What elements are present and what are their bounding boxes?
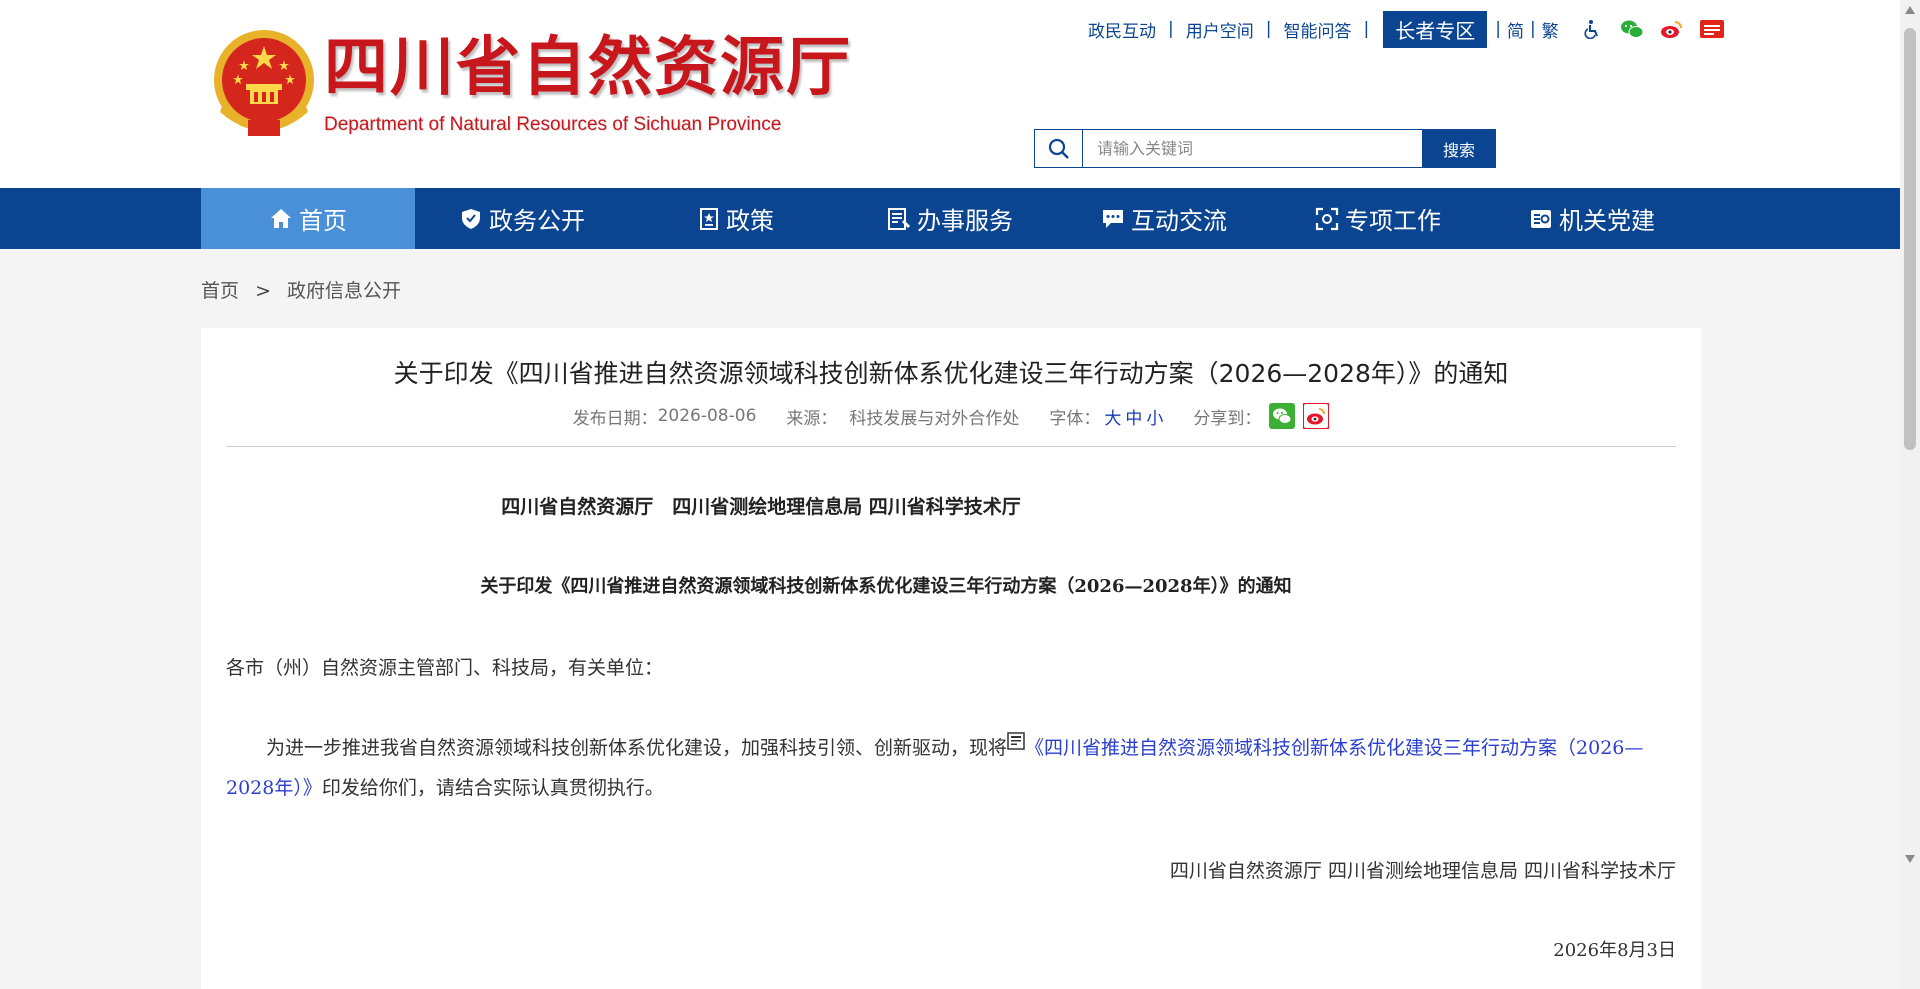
document-title: 关于印发《四川省推进自然资源领域科技创新体系优化建设三年行动方案（2026—20… — [480, 576, 1292, 597]
share-wechat-icon[interactable] — [1269, 403, 1296, 429]
search-icon[interactable] — [1035, 130, 1083, 167]
nav-item-label: 机关党建 — [1559, 207, 1655, 235]
font-size-large-link[interactable]: 大 — [1104, 404, 1121, 429]
shield-icon — [462, 208, 480, 229]
nav-item-label: 互动交流 — [1131, 207, 1227, 235]
accessibility-icon[interactable] — [1579, 17, 1605, 41]
wechat-icon[interactable] — [1619, 17, 1645, 41]
divider: | — [1168, 19, 1174, 39]
publish-date-label: 发布日期： — [572, 408, 658, 429]
signature: 四川省自然资源厅 四川省测绘地理信息局 四川省科学技术厅 — [1169, 860, 1676, 882]
nav-item-government-affairs[interactable]: 政务公开 — [415, 188, 629, 249]
scroll-up-arrow-icon[interactable] — [1905, 6, 1915, 14]
article-panel: 关于印发《四川省推进自然资源领域科技创新体系优化建设三年行动方案（2026—20… — [201, 328, 1701, 989]
breadcrumb-current-link[interactable]: 政府信息公开 — [287, 280, 401, 302]
issuing-authorities: 四川省自然资源厅 四川省测绘地理信息局 四川省科学技术厅 — [501, 496, 1021, 518]
divider — [226, 446, 1676, 447]
divider: | — [1495, 19, 1501, 39]
site-search: 搜索 — [1034, 129, 1496, 168]
top-link-user-space[interactable]: 用户空间 — [1186, 17, 1254, 42]
top-link-interaction[interactable]: 政民互动 — [1088, 17, 1156, 42]
service-icon — [888, 207, 911, 230]
top-utility-links: 政民互动 | 用户空间 | 智能问答 | 长者专区 | 简 | 繁 — [1088, 10, 1725, 48]
divider: | — [1363, 19, 1370, 39]
chat-icon — [1103, 209, 1123, 228]
document-icon — [700, 207, 718, 230]
publish-date: 2026-08-06 — [657, 406, 757, 426]
breadcrumb-separator: > — [255, 280, 271, 302]
attachment-icon — [1007, 732, 1025, 750]
main-navigation: 首页 政务公开 政策 办事服务 互动交流 专项工作 机关党建 — [0, 188, 1900, 249]
nav-item-party-building[interactable]: 机关党建 — [1485, 188, 1699, 249]
national-emblem-icon — [214, 30, 314, 136]
nav-item-label: 专项工作 — [1345, 207, 1441, 235]
toutiao-icon[interactable] — [1699, 17, 1725, 41]
simplified-chinese-link[interactable]: 简 — [1507, 17, 1524, 42]
elder-zone-button[interactable]: 长者专区 — [1383, 10, 1488, 48]
weibo-icon[interactable] — [1659, 17, 1685, 41]
body-text-before: 为进一步推进我省自然资源领域科技创新体系优化建设，加强科技引领、创新驱动，现将 — [266, 737, 1008, 759]
site-logo-subtitle: Department of Natural Resources of Sichu… — [324, 114, 782, 135]
nav-item-label: 政务公开 — [489, 207, 585, 235]
nav-item-special-work[interactable]: 专项工作 — [1271, 188, 1485, 249]
nav-item-home[interactable]: 首页 — [201, 188, 415, 249]
nav-item-services[interactable]: 办事服务 — [843, 188, 1057, 249]
top-link-smart-qa[interactable]: 智能问答 — [1283, 17, 1351, 42]
salutation: 各市（州）自然资源主管部门、科技局，有关单位： — [226, 657, 664, 679]
document-date: 2026年8月3日 — [1553, 940, 1676, 961]
search-button[interactable]: 搜索 — [1422, 129, 1496, 168]
focus-icon — [1315, 207, 1339, 230]
search-input[interactable] — [1083, 130, 1422, 167]
nav-item-interaction[interactable]: 互动交流 — [1057, 188, 1271, 249]
body-text-after: 印发给你们，请结合实际认真贯彻执行。 — [321, 777, 664, 799]
font-size-medium-link[interactable]: 中 — [1125, 404, 1142, 429]
article-title: 关于印发《四川省推进自然资源领域科技创新体系优化建设三年行动方案（2026—20… — [393, 359, 1509, 388]
share-weibo-icon[interactable] — [1303, 403, 1330, 429]
traditional-chinese-link[interactable]: 繁 — [1542, 17, 1559, 42]
article-meta: 发布日期： 2026-08-06 来源： 科技发展与对外合作处 字体： 大 中 … — [201, 403, 1701, 429]
home-icon — [271, 208, 291, 228]
nav-item-label: 办事服务 — [917, 207, 1013, 235]
scroll-down-arrow-icon[interactable] — [1905, 855, 1915, 863]
party-icon — [1531, 209, 1551, 228]
vertical-scrollbar[interactable] — [1900, 0, 1920, 989]
breadcrumb-home-link[interactable]: 首页 — [201, 280, 239, 302]
scrollbar-thumb[interactable] — [1904, 28, 1916, 450]
font-size-small-link[interactable]: 小 — [1146, 404, 1163, 429]
source-value: 科技发展与对外合作处 — [849, 408, 1020, 429]
divider: | — [1265, 19, 1272, 39]
site-header: 四川省自然资源厅 Department of Natural Resources… — [0, 0, 1900, 188]
source-label: 来源： — [786, 408, 838, 429]
font-size-label: 字体： — [1049, 408, 1101, 429]
breadcrumb: 首页 > 政府信息公开 — [201, 276, 401, 303]
nav-item-label: 首页 — [299, 207, 347, 235]
share-label: 分享到： — [1193, 408, 1262, 429]
body-paragraph: 为进一步推进我省自然资源领域科技创新体系优化建设，加强科技引领、创新驱动，现将《… — [226, 728, 1676, 808]
nav-item-label: 政策 — [726, 207, 774, 235]
nav-item-policy[interactable]: 政策 — [629, 188, 843, 249]
site-logo-title: 四川省自然资源厅 — [324, 31, 852, 105]
divider: | — [1529, 19, 1536, 39]
